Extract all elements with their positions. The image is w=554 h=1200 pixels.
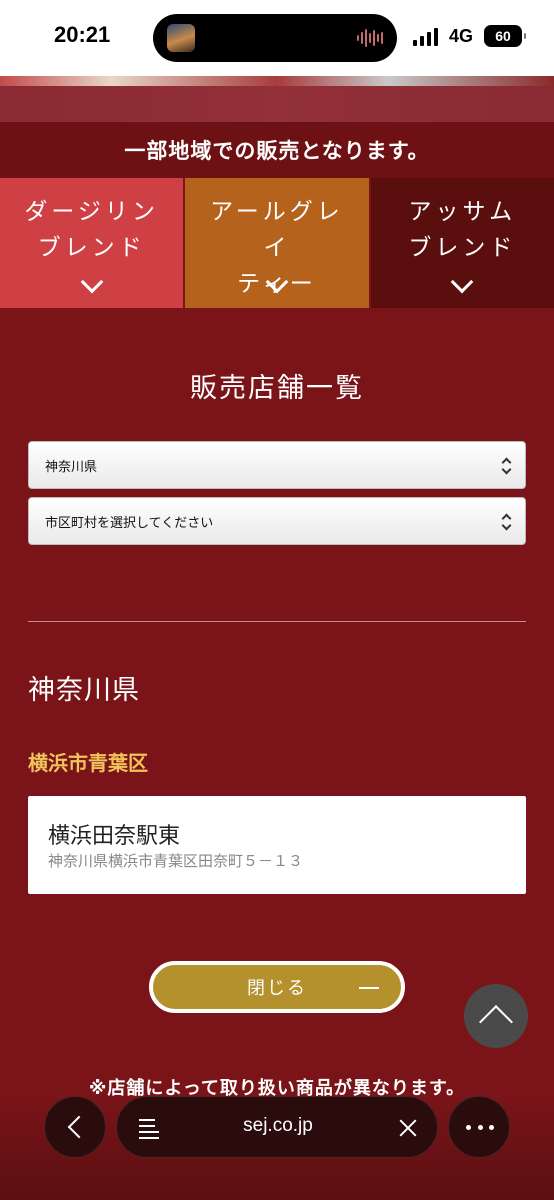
status-time: 20:21	[54, 22, 111, 47]
chevron-down-icon	[450, 270, 474, 294]
chevron-up-icon	[479, 1005, 513, 1039]
regional-sales-notice: 一部地域での販売となります。	[0, 122, 554, 178]
scroll-to-top-button[interactable]	[464, 984, 528, 1048]
section-divider	[28, 621, 526, 622]
ward-heading: 横浜市青葉区	[28, 751, 148, 775]
address-bar[interactable]: sej.co.jp	[116, 1096, 438, 1158]
network-type: 4G	[449, 26, 474, 46]
dynamic-island	[153, 14, 397, 62]
hero-image-remnant	[0, 76, 554, 122]
store-name: 横浜田奈駅東	[48, 824, 181, 849]
back-button[interactable]	[44, 1096, 106, 1158]
store-list-title: 販売店舗一覧	[190, 373, 364, 404]
hero-image-edge	[0, 76, 554, 86]
tab-darjeeling-blend[interactable]: ダージリン ブレンド	[0, 178, 186, 308]
select-caret-icon	[501, 457, 511, 475]
audio-waveform-icon	[357, 28, 383, 48]
browser-toolbar: sej.co.jp	[0, 1096, 554, 1160]
chevron-left-icon	[67, 1115, 91, 1139]
prefecture-select-value: 神奈川県	[45, 459, 98, 475]
more-button[interactable]	[448, 1096, 510, 1158]
select-caret-icon	[501, 513, 511, 531]
close-icon[interactable]	[399, 1119, 417, 1137]
city-select[interactable]: 市区町村を選択してください	[28, 497, 526, 545]
now-playing-artwork-icon	[167, 24, 195, 52]
product-tabs: ダージリン ブレンド アールグレイ ティー アッサム ブレンド	[0, 178, 554, 308]
tab-earl-grey-tea[interactable]: アールグレイ ティー	[185, 178, 371, 308]
store-address: 神奈川県横浜市青葉区田奈町５－１３	[48, 852, 304, 870]
city-select-value: 市区町村を選択してください	[45, 515, 214, 531]
prefecture-select[interactable]: 神奈川県	[28, 441, 526, 489]
store-card: 横浜田奈駅東 神奈川県横浜市青葉区田奈町５－１３	[28, 796, 526, 894]
battery-icon: 60	[484, 25, 526, 47]
prefecture-heading: 神奈川県	[28, 675, 140, 706]
more-dots-icon	[466, 1125, 494, 1131]
chevron-down-icon	[80, 270, 103, 294]
cellular-signal-icon	[413, 28, 439, 46]
close-button-label: 閉じる	[247, 978, 307, 999]
url-text: sej.co.jp	[243, 1115, 313, 1136]
tab-label: ダージリン ブレンド	[24, 199, 159, 261]
tab-label: アッサム ブレンド	[408, 199, 517, 261]
close-button[interactable]: 閉じる	[149, 961, 405, 1013]
status-bar: 20:21 4G 60	[0, 0, 554, 76]
tab-assam-blend[interactable]: アッサム ブレンド	[370, 178, 554, 308]
minus-icon	[359, 987, 379, 989]
